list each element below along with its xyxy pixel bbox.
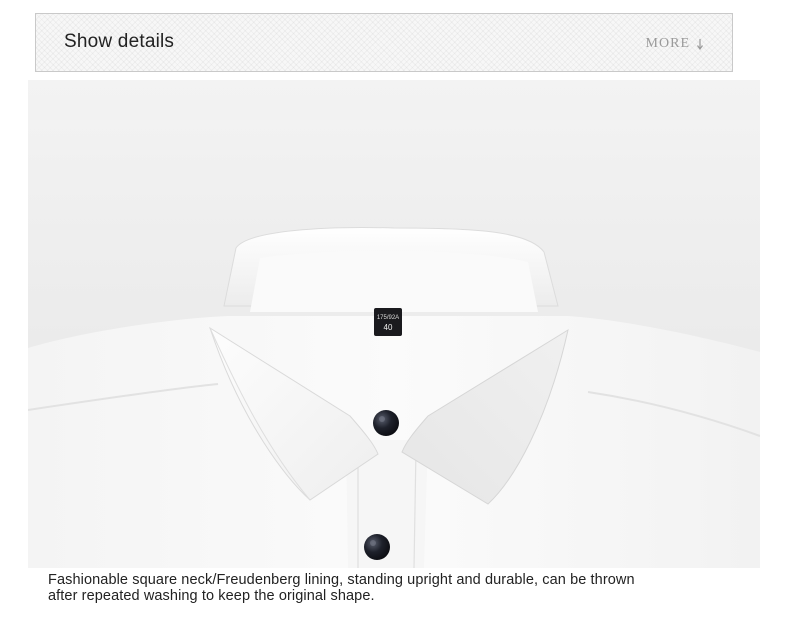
product-description: Fashionable square neck/Freudenberg lini… [48,572,635,604]
section-title: Show details [64,31,175,52]
tag-line2: 40 [384,323,393,332]
shirt-collar-illustration: 175/92A 40 [28,80,760,568]
arrow-down-icon [697,39,703,50]
more-link[interactable]: MORE [646,36,704,52]
page: Show details MORE 175/92A 40 Fashionable… [0,0,790,625]
placket-button [364,534,390,560]
tag-line1: 175/92A [377,315,399,321]
collar-button [373,410,399,436]
section-header: Show details MORE [35,13,733,72]
product-image: 175/92A 40 [28,80,760,568]
more-label: MORE [645,36,690,51]
size-label-tag: 175/92A 40 [374,308,402,336]
